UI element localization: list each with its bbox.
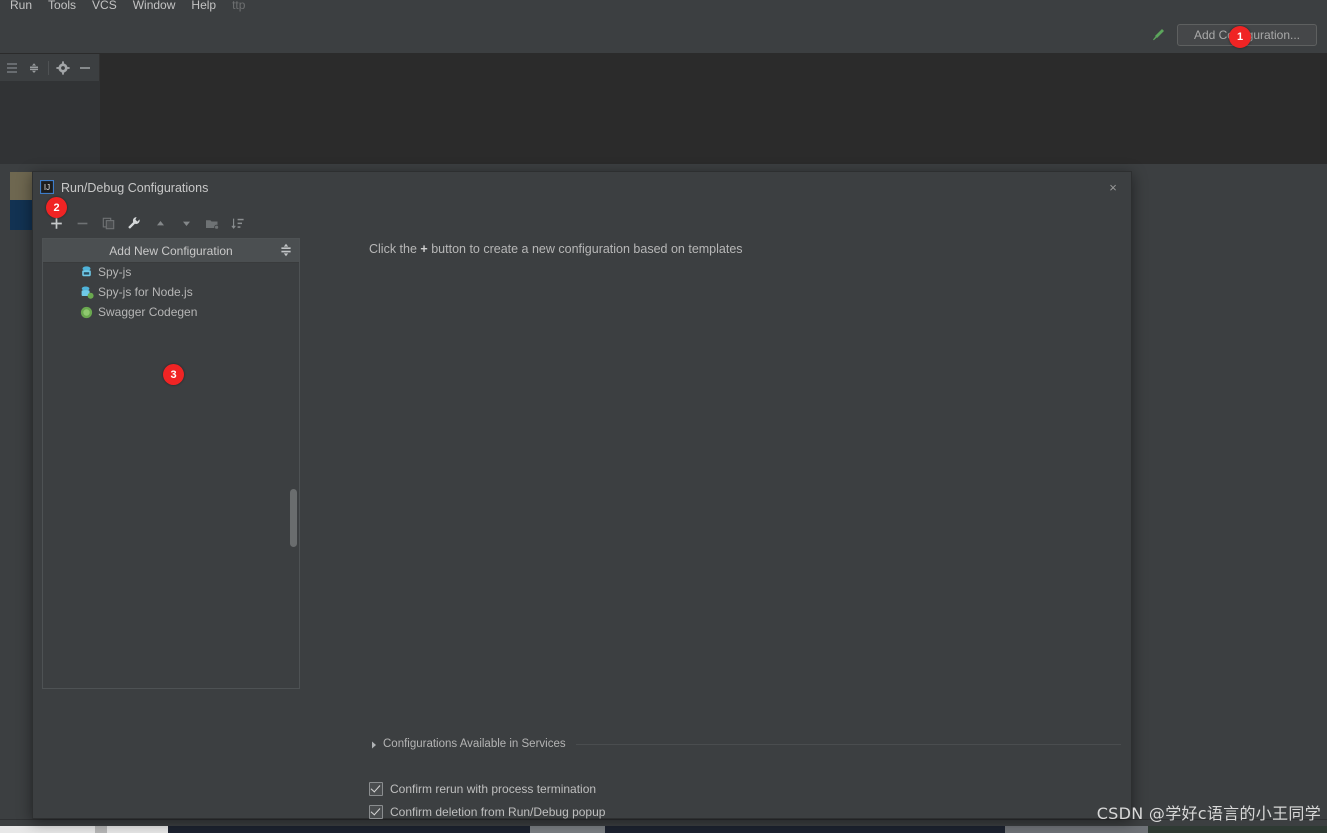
services-section-header[interactable]: Configurations Available in Services [369, 736, 1121, 752]
csdn-watermark: CSDN @学好c语言的小王同学 [1096, 804, 1321, 823]
services-section-label: Configurations Available in Services [383, 738, 566, 750]
navigation-bar [0, 17, 1327, 54]
hint-plus-glyph: + [420, 242, 428, 256]
build-hammer-icon[interactable] [1149, 26, 1167, 44]
sort-configurations-icon [225, 212, 251, 234]
annotation-badge-1: 1 [1229, 26, 1251, 48]
tree-item-label: Spy-js [98, 265, 132, 280]
left-gutter [0, 164, 10, 819]
empty-state-hint: Click the + button to create a new confi… [369, 242, 743, 256]
tree-item-label: Spy-js for Node.js [98, 285, 193, 300]
move-up-icon [147, 212, 173, 234]
services-section-rule [575, 743, 1121, 745]
confirm-rerun-checkbox-row[interactable]: Confirm rerun with process termination [369, 782, 596, 796]
settings-gear-icon[interactable] [55, 60, 71, 76]
tree-item-label: Swagger Codegen [98, 305, 198, 320]
configuration-templates-tree-panel[interactable]: Add New Configuration Spy-js Spy-js for N… [42, 238, 300, 689]
spy-js-icon [79, 265, 94, 280]
dialog-title: Run/Debug Configurations [61, 181, 209, 195]
svg-text:IJ: IJ [44, 183, 50, 192]
menu-item-5: ttp [232, 0, 246, 12]
confirm-rerun-checkbox[interactable] [369, 782, 383, 796]
os-taskbar[interactable] [0, 826, 1327, 833]
copy-icon [95, 212, 121, 234]
intellij-idea-icon: IJ [39, 179, 55, 195]
edit-templates-wrench-icon[interactable] [121, 212, 147, 234]
expand-all-icon[interactable] [4, 60, 20, 76]
tree-item-swagger-codegen[interactable]: Swagger Codegen [43, 302, 299, 322]
expand-collapse-icon[interactable] [279, 243, 293, 257]
collapse-all-icon[interactable] [26, 60, 42, 76]
taskbar-segment-d [1005, 826, 1148, 833]
confirm-deletion-label: Confirm deletion from Run/Debug popup [390, 805, 606, 819]
toolbar-separator [48, 60, 49, 75]
tree-item-spy-js[interactable]: Spy-js [43, 262, 299, 282]
remove-icon [69, 212, 95, 234]
chevron-right-icon[interactable] [369, 739, 379, 749]
taskbar-segment-c [530, 826, 605, 833]
taskbar-segment-b [95, 826, 107, 833]
annotation-badge-3: 3 [163, 364, 184, 385]
annotation-badge-2: 2 [46, 197, 67, 218]
close-icon[interactable]: × [1103, 178, 1123, 196]
run-debug-configurations-dialog: IJ Run/Debug Configurations × Add New Co… [32, 171, 1132, 819]
move-down-icon [173, 212, 199, 234]
editor-background [100, 54, 1327, 164]
menu-item-0[interactable]: Run [2, 0, 40, 14]
tree-header: Add New Configuration [43, 239, 299, 263]
tree-item-spy-js-for-node-js[interactable]: Spy-js for Node.js [43, 282, 299, 302]
taskbar-segment-a [0, 826, 168, 833]
menu-item-1[interactable]: Tools [40, 0, 84, 14]
confirm-rerun-label: Confirm rerun with process termination [390, 782, 597, 796]
spy-js-node-icon [79, 285, 94, 300]
confirm-deletion-checkbox-row[interactable]: Confirm deletion from Run/Debug popup [369, 805, 605, 819]
left-marker-navy [10, 200, 34, 230]
tree-scroll-area[interactable]: Spy-js Spy-js for Node.js Swagger Codegen [43, 262, 299, 688]
navbar-left-region [0, 17, 100, 53]
menu-item-3[interactable]: Window [125, 0, 184, 14]
hide-minus-icon[interactable] [77, 60, 93, 76]
dialog-title-bar: IJ Run/Debug Configurations × [33, 172, 1131, 201]
menu-item-4[interactable]: Help [183, 0, 224, 14]
tree-header-label: Add New Configuration [109, 243, 233, 258]
hint-suffix: button to create a new configuration bas… [431, 242, 743, 256]
configurations-toolbar[interactable] [43, 212, 251, 234]
hint-prefix: Click the [369, 242, 417, 256]
confirm-deletion-checkbox[interactable] [369, 805, 383, 819]
left-marker-olive [10, 172, 34, 200]
move-into-folder-icon [199, 212, 225, 234]
tree-scrollbar-thumb[interactable] [290, 489, 297, 547]
menu-bar[interactable]: Run Tools VCS Window Help ttp [0, 0, 1327, 17]
swagger-icon [79, 305, 94, 320]
tool-window-header-strip[interactable] [0, 54, 100, 81]
taskbar-segment-e [1148, 826, 1327, 833]
menu-item-2[interactable]: VCS [84, 0, 125, 14]
